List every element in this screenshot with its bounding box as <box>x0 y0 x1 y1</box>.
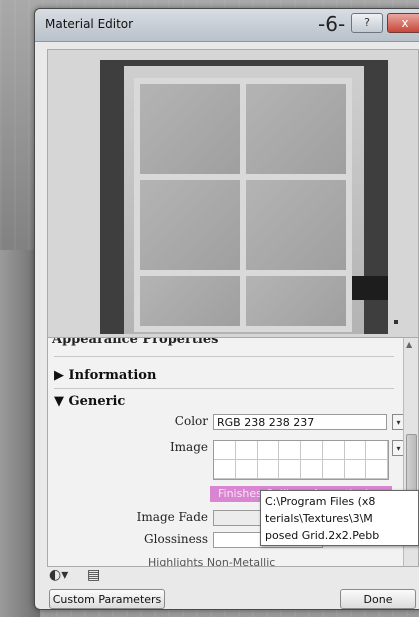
material-preview <box>47 49 419 339</box>
tooltip-line: C:\Program Files (x8 <box>265 495 376 508</box>
title-bar[interactable]: Material Editor -6- ? x <box>35 9 419 42</box>
grid-tile <box>140 84 240 175</box>
window-title: Material Editor <box>45 17 134 31</box>
scroll-up-icon[interactable]: ▲ <box>406 340 412 349</box>
preview-options-dot[interactable] <box>394 320 398 324</box>
preview-scene <box>100 60 388 334</box>
tooltip-line: terials\Textures\3\M <box>265 512 373 525</box>
image-label: Image <box>169 440 208 454</box>
image-thumbnail[interactable] <box>213 440 389 480</box>
title-number: -6- <box>318 12 346 36</box>
color-label: Color <box>174 414 208 428</box>
image-path-tooltip: C:\Program Files (x8 terials\Textures\3\… <box>260 490 419 546</box>
tooltip-line: posed Grid.2x2.Pebb <box>265 529 380 542</box>
information-section-toggle[interactable]: ▶ Information <box>54 368 156 383</box>
done-button[interactable]: Done <box>340 589 416 609</box>
color-value-field[interactable]: RGB 238 238 237 <box>213 414 387 430</box>
panel-icon[interactable]: ▤ <box>87 567 100 583</box>
preview-ceiling-grid <box>134 78 352 332</box>
close-button[interactable]: x <box>387 13 419 33</box>
section-divider <box>54 388 394 389</box>
custom-parameters-button[interactable]: Custom Parameters <box>49 589 165 609</box>
grid-tile <box>246 180 346 271</box>
bottom-toolbar: ◐▾ ▤ <box>47 567 417 587</box>
grid-tile <box>140 276 240 326</box>
image-fade-label: Image Fade <box>136 510 208 524</box>
glossiness-label: Glossiness <box>144 532 208 546</box>
highlights-row-cut: Highlights Non-Metallic <box>148 556 276 567</box>
grid-tile <box>246 276 346 326</box>
help-button[interactable]: ? <box>351 13 383 33</box>
sphere-icon[interactable]: ◐▾ <box>49 567 68 583</box>
collapse-arrow-icon: ▼ <box>54 394 69 409</box>
grid-tile <box>246 84 346 175</box>
generic-section-toggle[interactable]: ▼ Generic <box>54 394 125 409</box>
appearance-properties-header: Appearance Properties <box>52 337 219 347</box>
section-divider <box>54 356 394 357</box>
preview-shadow-block <box>352 276 388 300</box>
grid-tile <box>140 180 240 271</box>
expand-arrow-icon: ▶ <box>54 368 69 383</box>
